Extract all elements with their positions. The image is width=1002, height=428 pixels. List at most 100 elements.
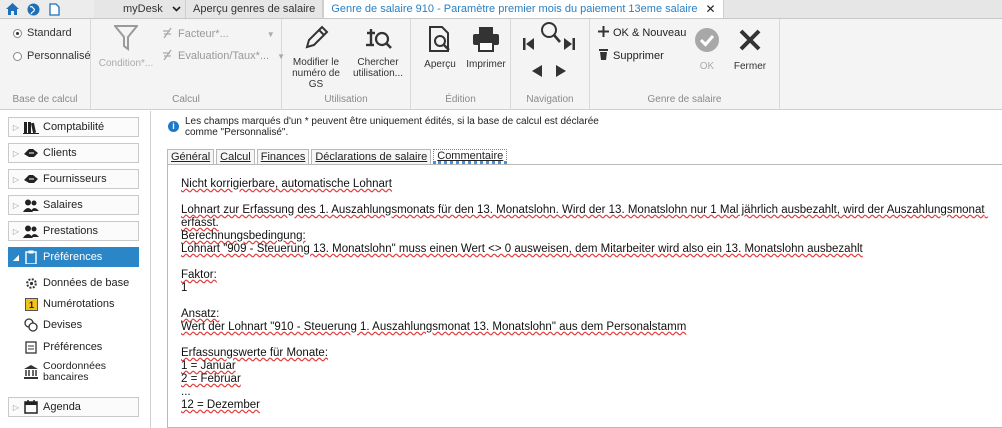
expand-arrow-icon[interactable]: ▷ bbox=[9, 123, 23, 132]
sidebar-subitem-label: Numérotations bbox=[43, 298, 115, 310]
comment-line: 1 bbox=[181, 282, 188, 294]
sidebar-subitem-donnees-base[interactable]: Données de base bbox=[24, 276, 129, 290]
sidebar-item-label: Salaires bbox=[43, 199, 83, 211]
tab-mydesk[interactable]: myDesk bbox=[116, 0, 186, 18]
tab-calcul[interactable]: Calcul bbox=[216, 149, 255, 164]
sidebar-subitem-coordonnees-bancaires[interactable]: Coordonnées bancaires bbox=[24, 360, 107, 383]
fermer-button[interactable]: Fermer bbox=[732, 27, 768, 72]
comment-editor[interactable]: Nicht korrigierbare, automatische Lohnar… bbox=[167, 164, 1002, 428]
supprimer-label: Supprimer bbox=[613, 49, 664, 62]
search-icon[interactable] bbox=[540, 21, 562, 48]
clipboard-icon bbox=[23, 250, 39, 264]
comment-line: ... bbox=[181, 386, 191, 398]
next-record-icon[interactable] bbox=[555, 64, 567, 81]
info-icon: i bbox=[168, 121, 179, 132]
condition-label: Condition*... bbox=[98, 58, 154, 69]
people-icon bbox=[23, 224, 39, 238]
facteur-label: Facteur*... bbox=[178, 28, 229, 40]
sidebar-item-prestations[interactable]: ▷ Prestations bbox=[8, 221, 139, 241]
sidebar-item-salaires[interactable]: ▷ Salaires bbox=[8, 195, 139, 215]
sidebar-item-clients[interactable]: ▷ Clients bbox=[8, 143, 139, 163]
plus-icon bbox=[598, 26, 609, 40]
first-record-icon[interactable] bbox=[523, 37, 535, 54]
apercu-button[interactable]: Aperçu bbox=[421, 25, 459, 70]
tab-finances[interactable]: Finances bbox=[256, 149, 310, 164]
gear-icon bbox=[24, 276, 38, 290]
modifier-numero-button[interactable]: Modifier le numéro de GS bbox=[284, 25, 348, 90]
preview-icon bbox=[427, 25, 453, 56]
handshake-icon bbox=[23, 146, 39, 160]
quick-access-icons bbox=[0, 0, 94, 18]
close-icon[interactable]: ✕ bbox=[706, 2, 716, 16]
tab-label: Aperçu genres de salaire bbox=[193, 3, 316, 15]
tab-label: Déclarations de salaire bbox=[315, 151, 428, 163]
comment-line: Berechnungsbedingung: bbox=[181, 230, 306, 242]
ok-label: OK bbox=[699, 61, 715, 72]
formula-icon bbox=[161, 48, 174, 64]
tab-label: Commentaire bbox=[437, 149, 504, 162]
comment-line bbox=[181, 334, 1002, 347]
tab-label: Général bbox=[171, 151, 211, 163]
people-icon bbox=[23, 198, 39, 212]
sidebar-subitem-label: Coordonnées bancaires bbox=[43, 360, 107, 383]
expand-arrow-icon[interactable]: ▷ bbox=[9, 227, 23, 236]
home-icon[interactable] bbox=[6, 3, 19, 16]
group-label: Base de calcul bbox=[12, 94, 78, 105]
comment-text[interactable]: Nicht korrigierbare, automatische Lohnar… bbox=[181, 178, 1002, 412]
comment-line bbox=[181, 256, 1002, 269]
ok-nouveau-label: OK & Nouveau bbox=[613, 27, 687, 39]
group-calcul: Condition*... Facteur*... ▼ Evaluation/T… bbox=[91, 19, 285, 110]
sidebar-item-label: Prestations bbox=[43, 225, 99, 237]
sidebar-item-preferences[interactable]: ◢ Préférences bbox=[8, 247, 139, 267]
sidebar-subitem-preferences[interactable]: Préférences bbox=[24, 340, 102, 354]
expand-arrow-icon[interactable]: ▷ bbox=[9, 149, 23, 158]
tab-declarations-salaire[interactable]: Déclarations de salaire bbox=[311, 149, 432, 164]
handshake-icon bbox=[23, 172, 39, 186]
tab-apercu-genres-salaire[interactable]: Aperçu genres de salaire bbox=[186, 0, 324, 18]
funnel-icon bbox=[112, 24, 140, 55]
comment-line: Wert der Lohnart "910 - Steuerung 1. Aus… bbox=[181, 321, 687, 333]
previous-record-icon[interactable] bbox=[531, 64, 543, 81]
chevron-down-icon[interactable] bbox=[172, 3, 181, 15]
sidebar-subitem-devises[interactable]: Devises bbox=[24, 318, 82, 332]
globe-icon[interactable] bbox=[27, 3, 40, 16]
radio-personnalise[interactable]: Personnalisé bbox=[13, 50, 91, 62]
sidebar-item-label: Préférences bbox=[43, 251, 103, 263]
document-icon[interactable] bbox=[48, 2, 61, 16]
imprimer-button[interactable]: Imprimer bbox=[465, 25, 507, 70]
tab-commentaire[interactable]: Commentaire bbox=[433, 149, 508, 164]
condition-button[interactable]: Condition*... bbox=[97, 24, 155, 69]
sidebar-item-label: Agenda bbox=[43, 401, 81, 413]
tab-general[interactable]: Général bbox=[167, 149, 215, 164]
collapse-arrow-icon[interactable]: ◢ bbox=[9, 253, 23, 262]
group-base-calcul: Standard Personnalisé Base de calcul bbox=[0, 19, 91, 110]
last-record-icon[interactable] bbox=[563, 37, 575, 54]
books-icon bbox=[23, 120, 39, 134]
checkmark-icon bbox=[694, 27, 720, 56]
ok-nouveau-button[interactable]: OK & Nouveau bbox=[598, 26, 686, 40]
comment-line: Lohnart "909 - Steuerung 13. Monatslohn"… bbox=[181, 243, 863, 255]
sidebar-item-label: Fournisseurs bbox=[43, 173, 107, 185]
sidebar-subitem-numerotations[interactable]: 1 Numérotations bbox=[24, 297, 115, 311]
tab-genre-salaire-910[interactable]: Genre de salaire 910 - Paramètre premier… bbox=[323, 0, 724, 18]
fermer-label: Fermer bbox=[733, 61, 767, 72]
expand-arrow-icon[interactable]: ▷ bbox=[9, 175, 23, 184]
evaluation-dropdown[interactable]: Evaluation/Taux*... ▼ bbox=[161, 48, 285, 64]
radio-standard[interactable]: Standard bbox=[13, 27, 72, 39]
ok-button[interactable]: OK bbox=[692, 27, 722, 72]
chevron-down-icon: ▼ bbox=[266, 29, 275, 39]
facteur-dropdown[interactable]: Facteur*... ▼ bbox=[161, 26, 275, 42]
expand-arrow-icon[interactable]: ▷ bbox=[9, 403, 23, 412]
group-label: Utilisation bbox=[324, 94, 368, 105]
sidebar-item-agenda[interactable]: ▷ Agenda bbox=[8, 397, 139, 417]
sidebar-item-label: Comptabilité bbox=[43, 121, 105, 133]
expand-arrow-icon[interactable]: ▷ bbox=[9, 201, 23, 210]
supprimer-button[interactable]: Supprimer bbox=[598, 48, 664, 63]
chercher-utilisation-button[interactable]: Chercher utilisation... bbox=[348, 25, 408, 79]
sidebar-item-fournisseurs[interactable]: ▷ Fournisseurs bbox=[8, 169, 139, 189]
group-edition: Aperçu Imprimer Édition bbox=[411, 19, 511, 110]
group-navigation: Navigation bbox=[511, 19, 590, 110]
radio-dot bbox=[13, 28, 22, 38]
sidebar-item-comptabilite[interactable]: ▷ Comptabilité bbox=[8, 117, 139, 137]
top-tab-bar: myDesk Aperçu genres de salaire Genre de… bbox=[0, 0, 1002, 19]
